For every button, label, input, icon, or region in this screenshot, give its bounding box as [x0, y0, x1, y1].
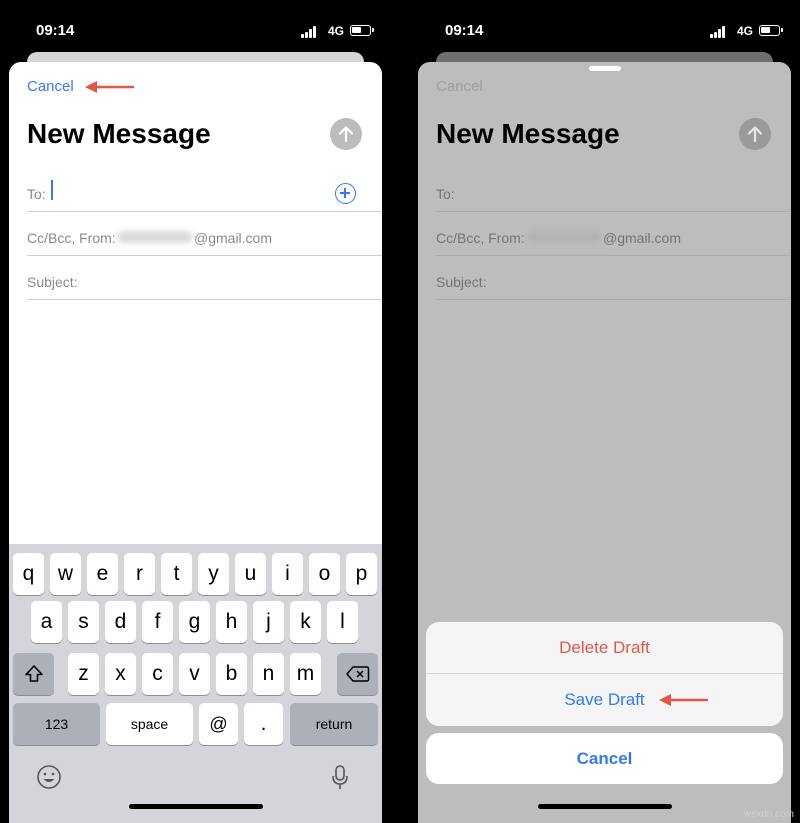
save-draft-button[interactable]: Save Draft — [426, 674, 783, 726]
cc-bcc-from-field[interactable]: Cc/Bcc, From: @gmail.com — [27, 212, 382, 256]
to-label: To: — [27, 186, 46, 202]
network-type: 4G — [736, 24, 753, 38]
email-domain: @gmail.com — [194, 230, 273, 246]
key-a[interactable]: a — [31, 601, 62, 643]
action-sheet-cancel-button[interactable]: Cancel — [426, 733, 783, 784]
key-b[interactable]: b — [216, 653, 247, 695]
send-button — [739, 118, 771, 150]
key-y[interactable]: y — [198, 553, 229, 595]
key-f[interactable]: f — [142, 601, 173, 643]
key-j[interactable]: j — [253, 601, 284, 643]
key-c[interactable]: c — [142, 653, 173, 695]
key-n[interactable]: n — [253, 653, 284, 695]
backspace-icon — [345, 666, 369, 682]
right-phone-screen: 09:14 4G Cancel New Message To: Cc/Bcc, … — [418, 0, 791, 823]
key-u[interactable]: u — [235, 553, 266, 595]
action-sheet: Delete Draft Save Draft — [426, 622, 783, 726]
subject-label: Subject: — [27, 274, 78, 290]
subject-label: Subject: — [436, 274, 487, 290]
watermark: wsxdn.com — [743, 809, 794, 820]
key-e[interactable]: e — [87, 553, 118, 595]
send-button[interactable] — [330, 118, 362, 150]
key-o[interactable]: o — [309, 553, 340, 595]
shift-icon — [24, 665, 43, 682]
text-cursor — [51, 180, 53, 200]
network-type: 4G — [327, 24, 344, 38]
left-phone-screen: 09:14 4G Cancel New Message To: Cc/Bcc, … — [9, 0, 382, 823]
annotation-arrow-cancel — [85, 81, 134, 93]
space-key[interactable]: space — [106, 703, 193, 745]
emoji-icon[interactable] — [36, 764, 62, 790]
status-bar: 09:14 4G — [9, 0, 382, 50]
subject-field: Subject: — [436, 256, 791, 300]
cc-bcc-from-label: Cc/Bcc, From: — [27, 230, 116, 246]
key-i[interactable]: i — [272, 553, 303, 595]
subject-field[interactable]: Subject: — [27, 256, 382, 300]
key-t[interactable]: t — [161, 553, 192, 595]
status-bar: 09:14 4G — [418, 0, 791, 50]
key-l[interactable]: l — [327, 601, 358, 643]
signal-icon — [710, 26, 728, 38]
cc-bcc-from-field: Cc/Bcc, From: @gmail.com — [436, 212, 791, 256]
status-time: 09:14 — [36, 22, 75, 39]
key-p[interactable]: p — [346, 553, 377, 595]
key-d[interactable]: d — [105, 601, 136, 643]
shift-key[interactable] — [13, 653, 54, 695]
page-title: New Message — [27, 118, 211, 149]
redacted-email — [527, 231, 601, 243]
key-g[interactable]: g — [179, 601, 210, 643]
add-contact-icon[interactable] — [335, 183, 356, 204]
to-field[interactable]: To: — [27, 168, 382, 212]
key-x[interactable]: x — [105, 653, 136, 695]
key-w[interactable]: w — [50, 553, 81, 595]
keyboard: q w e r t y u i o p a s d f g h j k l z … — [9, 544, 382, 823]
annotation-arrow-save-draft — [659, 694, 708, 706]
at-key[interactable]: @ — [199, 703, 238, 745]
arrow-up-icon — [747, 126, 763, 143]
key-k[interactable]: k — [290, 601, 321, 643]
microphone-icon[interactable] — [330, 764, 350, 792]
battery-icon — [350, 25, 374, 36]
key-r[interactable]: r — [124, 553, 155, 595]
key-s[interactable]: s — [68, 601, 99, 643]
home-indicator — [128, 804, 263, 809]
numbers-key[interactable]: 123 — [13, 703, 100, 745]
status-time: 09:14 — [445, 22, 484, 39]
key-q[interactable]: q — [13, 553, 44, 595]
to-label: To: — [436, 186, 455, 202]
delete-key[interactable] — [337, 653, 378, 695]
return-key[interactable]: return — [290, 703, 378, 745]
signal-icon — [301, 26, 319, 38]
cancel-button: Cancel — [436, 78, 483, 95]
sheet-grabber[interactable] — [588, 66, 621, 71]
key-z[interactable]: z — [68, 653, 99, 695]
key-m[interactable]: m — [290, 653, 321, 695]
email-domain: @gmail.com — [603, 230, 682, 246]
key-h[interactable]: h — [216, 601, 247, 643]
cc-bcc-from-label: Cc/Bcc, From: — [436, 230, 525, 246]
cancel-button[interactable]: Cancel — [27, 78, 74, 95]
home-indicator — [537, 804, 672, 809]
to-field: To: — [436, 168, 791, 212]
page-title: New Message — [436, 118, 620, 149]
delete-draft-button[interactable]: Delete Draft — [426, 622, 783, 674]
redacted-email — [118, 231, 192, 243]
arrow-up-icon — [338, 126, 354, 143]
battery-icon — [759, 25, 783, 36]
key-v[interactable]: v — [179, 653, 210, 695]
period-key[interactable]: . — [244, 703, 283, 745]
